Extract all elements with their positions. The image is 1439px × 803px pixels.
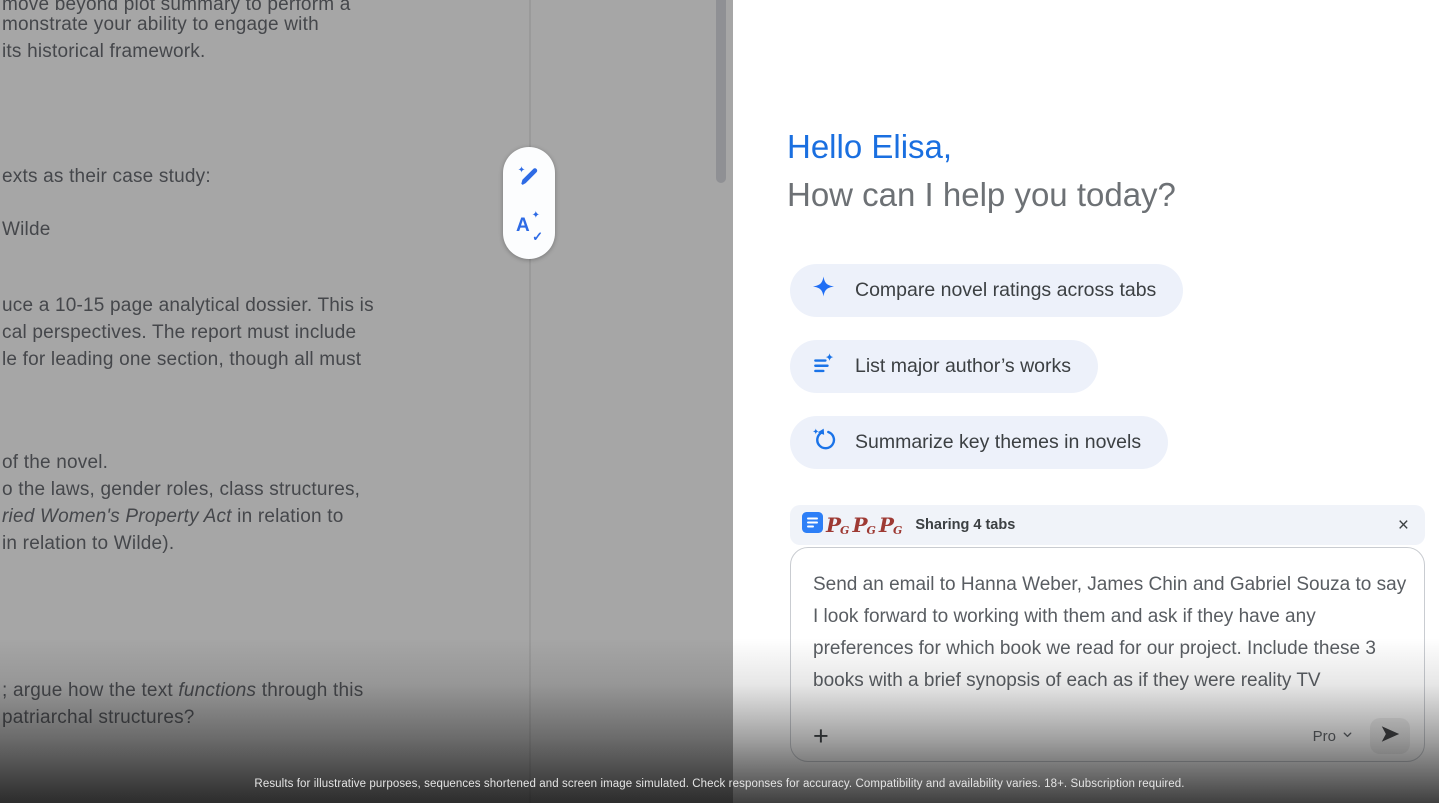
pencil-sparkle-icon bbox=[516, 163, 542, 194]
prompt-controls: + Pro bbox=[813, 718, 1410, 754]
proofread-a-check-icon: A ✦ ✓ bbox=[515, 213, 543, 241]
page-edge-divider bbox=[529, 0, 531, 803]
list-sparkle-icon bbox=[811, 351, 836, 382]
proofread-button[interactable]: A ✦ ✓ bbox=[512, 210, 546, 244]
send-icon bbox=[1379, 723, 1401, 750]
document-line: ; argue how the text functions through t… bbox=[2, 677, 363, 704]
document-line: ried Women's Property Act in relation to bbox=[2, 503, 343, 530]
document-line: exts as their case study: bbox=[2, 163, 211, 190]
document-line: its historical framework. bbox=[2, 38, 206, 65]
project-gutenberg-icon: PG bbox=[852, 515, 875, 535]
gemini-spark-icon bbox=[811, 275, 836, 306]
add-attachment-button[interactable]: + bbox=[813, 723, 829, 750]
prompt-text[interactable]: Send an email to Hanna Weber, James Chin… bbox=[813, 569, 1409, 697]
chevron-down-icon bbox=[1341, 728, 1354, 745]
close-icon[interactable]: × bbox=[1398, 516, 1409, 535]
document-line: Wilde bbox=[2, 216, 51, 243]
send-button[interactable] bbox=[1370, 718, 1410, 754]
gemini-side-panel: Hello Elisa, How can I help you today? C… bbox=[733, 0, 1439, 803]
document-line: le for leading one section, though all m… bbox=[2, 346, 361, 373]
document-line: in relation to Wilde). bbox=[2, 530, 174, 557]
document-line: patriarchal structures? bbox=[2, 704, 195, 731]
screen: move beyond plot summary to perform a mo… bbox=[0, 0, 1439, 803]
writing-tools-pill: A ✦ ✓ bbox=[503, 147, 555, 259]
chip-compare-ratings[interactable]: Compare novel ratings across tabs bbox=[790, 264, 1183, 317]
sharing-tabs-label: Sharing 4 tabs bbox=[915, 517, 1015, 533]
greeting-question: How can I help you today? bbox=[787, 174, 1176, 216]
project-gutenberg-icon: PG bbox=[826, 515, 849, 535]
prompt-input[interactable]: Send an email to Hanna Weber, James Chin… bbox=[790, 547, 1425, 762]
greeting: Hello Elisa, How can I help you today? bbox=[787, 126, 1176, 216]
document-line: of the novel. bbox=[2, 449, 108, 476]
document-line: monstrate your ability to engage with bbox=[2, 11, 319, 38]
tab-favicons: PG PG PG bbox=[802, 512, 902, 538]
sharing-tabs-bar: PG PG PG Sharing 4 tabs × bbox=[790, 505, 1425, 545]
chip-summarize-themes[interactable]: Summarize key themes in novels bbox=[790, 416, 1168, 469]
share-card: PG PG PG Sharing 4 tabs × Send an email … bbox=[790, 505, 1425, 762]
model-selector[interactable]: Pro bbox=[1313, 728, 1354, 745]
document-line: uce a 10-15 page analytical dossier. Thi… bbox=[2, 292, 374, 319]
document-line: o the laws, gender roles, class structur… bbox=[2, 476, 360, 503]
chip-label: List major author’s works bbox=[855, 355, 1071, 378]
document-background: move beyond plot summary to perform a mo… bbox=[0, 0, 733, 803]
chip-list-works[interactable]: List major author’s works bbox=[790, 340, 1098, 393]
chip-label: Compare novel ratings across tabs bbox=[855, 279, 1156, 302]
greeting-salutation: Hello Elisa, bbox=[787, 126, 1176, 168]
document-scrollbar[interactable] bbox=[716, 0, 726, 183]
document-line: cal perspectives. The report must includ… bbox=[2, 319, 356, 346]
suggestion-chips: Compare novel ratings across tabs List m… bbox=[790, 264, 1183, 469]
chip-label: Summarize key themes in novels bbox=[855, 431, 1141, 454]
google-docs-icon bbox=[802, 512, 823, 538]
model-label: Pro bbox=[1313, 728, 1336, 745]
summarize-loop-icon bbox=[811, 427, 836, 458]
project-gutenberg-icon: PG bbox=[879, 515, 902, 535]
help-me-write-button[interactable] bbox=[512, 162, 546, 196]
